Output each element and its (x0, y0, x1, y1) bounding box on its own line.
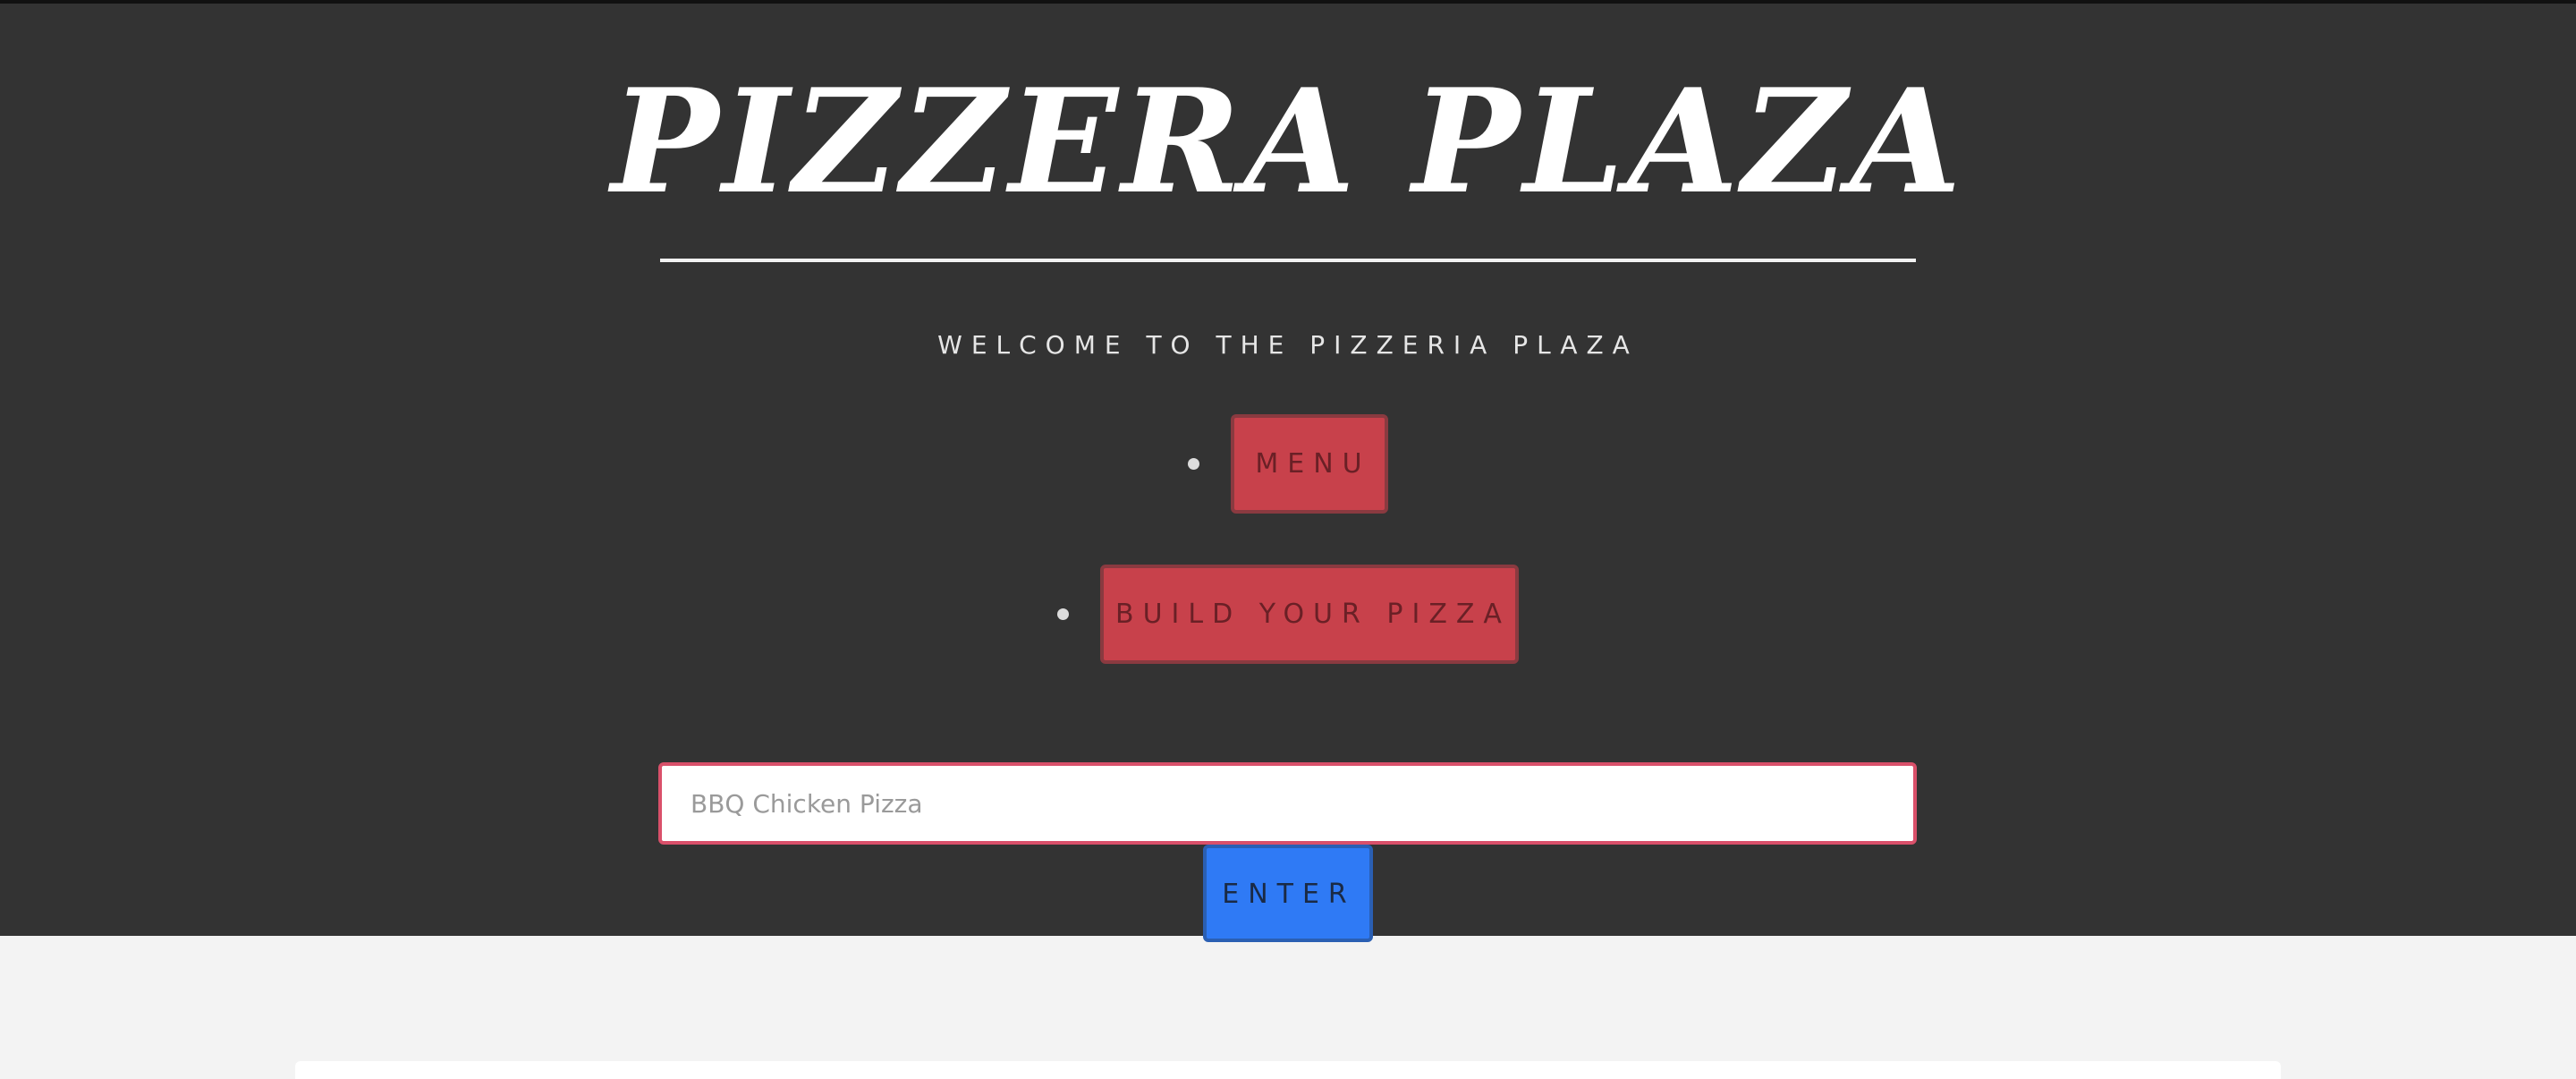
enter-button[interactable]: ENTER (1203, 845, 1373, 942)
welcome-text: WELCOME TO THE PIZZERIA PLAZA (937, 330, 1639, 360)
content-card (295, 1061, 2281, 1079)
list-bullet-icon (1057, 608, 1069, 620)
build-your-pizza-button[interactable]: BUILD YOUR PIZZA (1100, 565, 1519, 664)
site-title: PIZZERA PLAZA (611, 57, 1965, 225)
list-bullet-icon (1188, 458, 1199, 470)
pizza-search-input[interactable] (658, 762, 1917, 845)
title-divider (660, 259, 1916, 262)
menu-button[interactable]: MENU (1231, 414, 1388, 514)
